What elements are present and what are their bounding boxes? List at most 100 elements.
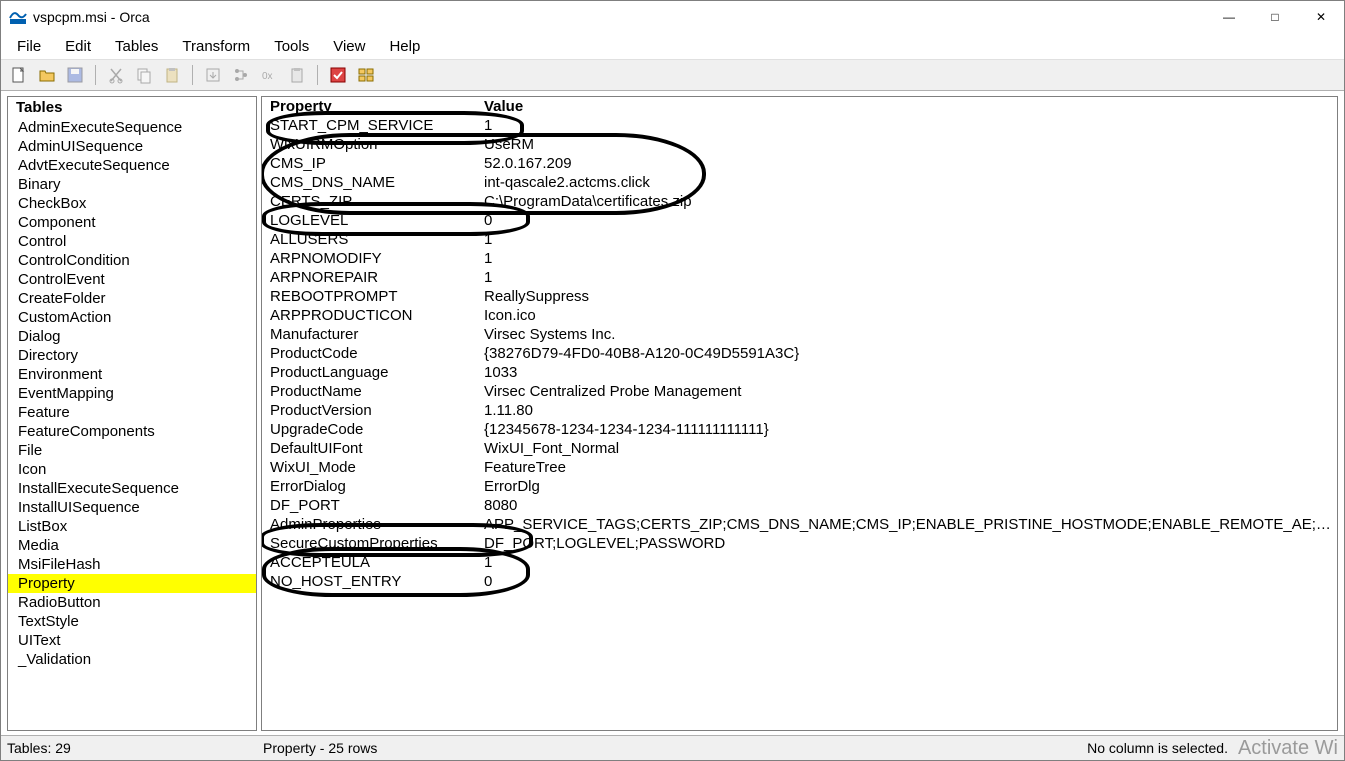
property-name[interactable]: START_CPM_SERVICE	[266, 116, 480, 135]
property-value[interactable]: {38276D79-4FD0-40B8-A120-0C49D5591A3C}	[480, 344, 1333, 363]
property-name[interactable]: ErrorDialog	[266, 477, 480, 496]
property-value[interactable]: 1033	[480, 363, 1333, 382]
table-item-advtexecutesequence[interactable]: AdvtExecuteSequence	[8, 156, 256, 175]
property-name[interactable]: WixUIRMOption	[266, 135, 480, 154]
property-row[interactable]: ARPNOREPAIR1	[262, 268, 1337, 287]
validate-icon[interactable]	[326, 63, 350, 87]
property-value[interactable]: 0	[480, 211, 1333, 230]
tables-list[interactable]: AdminExecuteSequenceAdminUISequenceAdvtE…	[8, 118, 256, 730]
property-value[interactable]: Virsec Systems Inc.	[480, 325, 1333, 344]
property-name[interactable]: WixUI_Mode	[266, 458, 480, 477]
property-row[interactable]: ALLUSERS1	[262, 230, 1337, 249]
property-value[interactable]: int-qascale2.actcms.click	[480, 173, 1333, 192]
property-row[interactable]: DefaultUIFontWixUI_Font_Normal	[262, 439, 1337, 458]
minimize-button[interactable]: —	[1206, 1, 1252, 33]
property-row[interactable]: ProductVersion1.11.80	[262, 401, 1337, 420]
property-value[interactable]: {12345678-1234-1234-1234-111111111111}	[480, 420, 1333, 439]
property-value[interactable]: UseRM	[480, 135, 1333, 154]
table-item-icon[interactable]: Icon	[8, 460, 256, 479]
property-name[interactable]: SecureCustomProperties	[266, 534, 480, 553]
property-name[interactable]: ProductVersion	[266, 401, 480, 420]
property-value[interactable]: FeatureTree	[480, 458, 1333, 477]
property-name[interactable]: ProductCode	[266, 344, 480, 363]
property-name[interactable]: LOGLEVEL	[266, 211, 480, 230]
menu-tables[interactable]: Tables	[103, 35, 170, 58]
property-name[interactable]: DefaultUIFont	[266, 439, 480, 458]
table-item-msifilehash[interactable]: MsiFileHash	[8, 555, 256, 574]
menu-tools[interactable]: Tools	[262, 35, 321, 58]
property-value[interactable]: WixUI_Font_Normal	[480, 439, 1333, 458]
property-value[interactable]: 0	[480, 572, 1333, 591]
property-row[interactable]: CMS_DNS_NAMEint-qascale2.actcms.click	[262, 173, 1337, 192]
property-row[interactable]: ARPPRODUCTICONIcon.ico	[262, 306, 1337, 325]
table-item-textstyle[interactable]: TextStyle	[8, 612, 256, 631]
property-row[interactable]: ProductNameVirsec Centralized Probe Mana…	[262, 382, 1337, 401]
table-item-property[interactable]: Property	[8, 574, 256, 593]
property-name[interactable]: CMS_DNS_NAME	[266, 173, 480, 192]
table-item-radiobutton[interactable]: RadioButton	[8, 593, 256, 612]
property-value[interactable]: 1.11.80	[480, 401, 1333, 420]
property-row[interactable]: UpgradeCode{12345678-1234-1234-1234-1111…	[262, 420, 1337, 439]
table-item-adminexecutesequence[interactable]: AdminExecuteSequence	[8, 118, 256, 137]
menu-edit[interactable]: Edit	[53, 35, 103, 58]
property-name[interactable]: ACCEPTEULA	[266, 553, 480, 572]
menu-file[interactable]: File	[5, 35, 53, 58]
property-name[interactable]: ARPNOREPAIR	[266, 268, 480, 287]
property-name[interactable]: UpgradeCode	[266, 420, 480, 439]
property-name[interactable]: CERTS_ZIP	[266, 192, 480, 211]
property-row[interactable]: ProductCode{38276D79-4FD0-40B8-A120-0C49…	[262, 344, 1337, 363]
property-name[interactable]: DF_PORT	[266, 496, 480, 515]
table-item-_validation[interactable]: _Validation	[8, 650, 256, 669]
property-name[interactable]: NO_HOST_ENTRY	[266, 572, 480, 591]
property-row[interactable]: SecureCustomPropertiesDF_PORT;LOGLEVEL;P…	[262, 534, 1337, 553]
property-row[interactable]: ManufacturerVirsec Systems Inc.	[262, 325, 1337, 344]
grid-header[interactable]: Property Value	[262, 97, 1337, 116]
table-item-directory[interactable]: Directory	[8, 346, 256, 365]
property-row[interactable]: WixUI_ModeFeatureTree	[262, 458, 1337, 477]
property-value[interactable]: Virsec Centralized Probe Management	[480, 382, 1333, 401]
table-item-dialog[interactable]: Dialog	[8, 327, 256, 346]
property-value[interactable]: 1	[480, 553, 1333, 572]
table-item-controlcondition[interactable]: ControlCondition	[8, 251, 256, 270]
open-file-icon[interactable]	[35, 63, 59, 87]
property-name[interactable]: ARPNOMODIFY	[266, 249, 480, 268]
table-item-createfolder[interactable]: CreateFolder	[8, 289, 256, 308]
table-item-installuisequence[interactable]: InstallUISequence	[8, 498, 256, 517]
property-row[interactable]: START_CPM_SERVICE1	[262, 116, 1337, 135]
property-name[interactable]: CMS_IP	[266, 154, 480, 173]
property-row[interactable]: ACCEPTEULA1	[262, 553, 1337, 572]
property-row[interactable]: WixUIRMOptionUseRM	[262, 135, 1337, 154]
table-item-file[interactable]: File	[8, 441, 256, 460]
property-row[interactable]: AdminPropertiesAPP_SERVICE_TAGS;CERTS_ZI…	[262, 515, 1337, 534]
table-item-customaction[interactable]: CustomAction	[8, 308, 256, 327]
table-item-media[interactable]: Media	[8, 536, 256, 555]
property-name[interactable]: ARPPRODUCTICON	[266, 306, 480, 325]
property-value[interactable]: 8080	[480, 496, 1333, 515]
property-row[interactable]: ARPNOMODIFY1	[262, 249, 1337, 268]
property-row[interactable]: REBOOTPROMPTReallySuppress	[262, 287, 1337, 306]
property-value[interactable]: Icon.ico	[480, 306, 1333, 325]
table-item-adminuisequence[interactable]: AdminUISequence	[8, 137, 256, 156]
menu-view[interactable]: View	[321, 35, 377, 58]
table-item-controlevent[interactable]: ControlEvent	[8, 270, 256, 289]
table-item-feature[interactable]: Feature	[8, 403, 256, 422]
new-file-icon[interactable]	[7, 63, 31, 87]
property-row[interactable]: NO_HOST_ENTRY0	[262, 572, 1337, 591]
property-value[interactable]: C:\ProgramData\certificates.zip	[480, 192, 1333, 211]
table-item-environment[interactable]: Environment	[8, 365, 256, 384]
property-name[interactable]: Manufacturer	[266, 325, 480, 344]
table-item-installexecutesequence[interactable]: InstallExecuteSequence	[8, 479, 256, 498]
property-row[interactable]: CERTS_ZIPC:\ProgramData\certificates.zip	[262, 192, 1337, 211]
table-item-control[interactable]: Control	[8, 232, 256, 251]
column-header-value[interactable]: Value	[480, 97, 1333, 116]
schema-icon[interactable]	[354, 63, 378, 87]
table-item-checkbox[interactable]: CheckBox	[8, 194, 256, 213]
property-value[interactable]: 1	[480, 268, 1333, 287]
property-name[interactable]: ALLUSERS	[266, 230, 480, 249]
property-row[interactable]: CMS_IP52.0.167.209	[262, 154, 1337, 173]
grid-body[interactable]: START_CPM_SERVICE1WixUIRMOptionUseRMCMS_…	[262, 116, 1337, 591]
property-value[interactable]: ReallySuppress	[480, 287, 1333, 306]
property-name[interactable]: ProductName	[266, 382, 480, 401]
property-value[interactable]: 1	[480, 116, 1333, 135]
property-row[interactable]: ErrorDialogErrorDlg	[262, 477, 1337, 496]
